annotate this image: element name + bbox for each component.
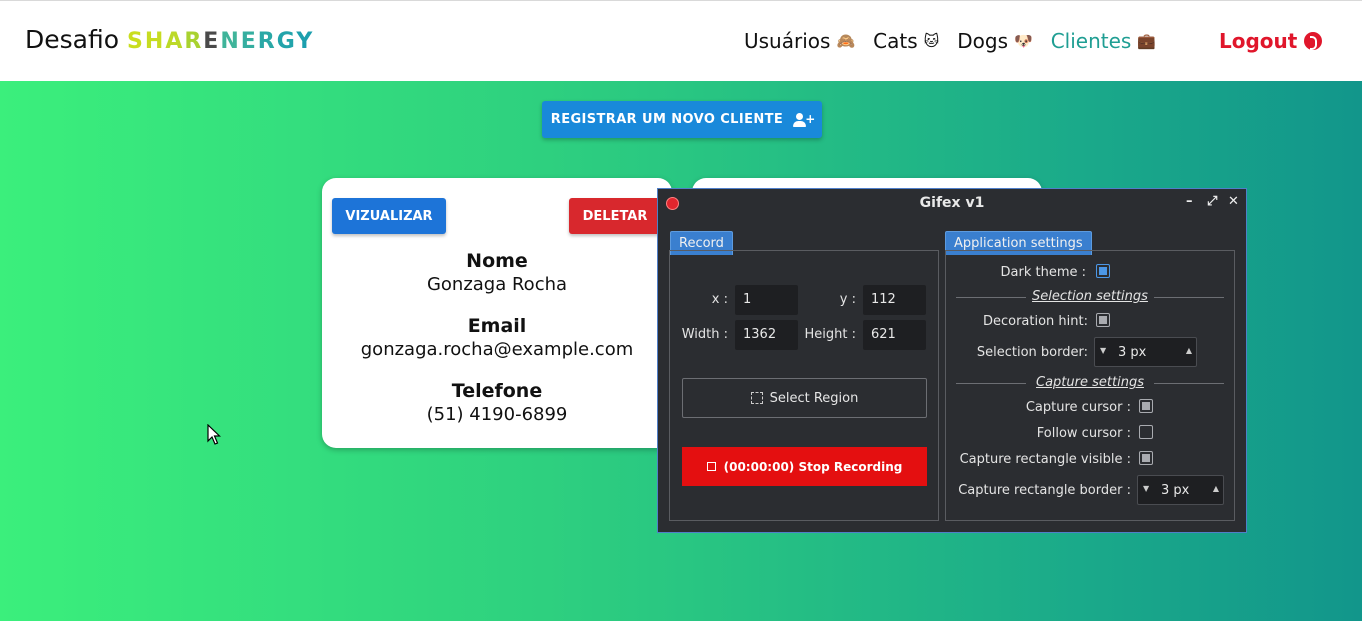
y-input[interactable]: 112 [863,285,926,315]
client-card: VIZUALIZAR DELETAR Nome Gonzaga Rocha Em… [322,178,672,448]
client-email-field: Email gonzaga.rocha@example.com [322,315,672,360]
client-email-label: Email [467,315,527,337]
client-name-value: Gonzaga Rocha [426,274,568,295]
settings-panel: Dark theme : Selection settings Decorati… [945,250,1235,521]
main-nav: Usuários 🙈 Cats 🐱 Dogs 🐶 Clientes 💼 Logo… [744,29,1323,53]
logout-icon [1304,32,1323,50]
follow-cursor-label: Follow cursor : [1036,426,1131,441]
delete-client-button[interactable]: DELETAR [569,198,661,234]
spin-down-icon[interactable]: ▼ [1143,484,1149,493]
brand-letter: R [257,29,277,54]
follow-cursor-checkbox[interactable] [1139,425,1153,439]
brand-letter: S [127,29,145,54]
client-phone-label: Telefone [451,380,543,402]
brand-letter: A [165,29,185,54]
brand-logo[interactable]: Desafio SHARENERGY [25,25,314,54]
brand-letter: N [220,29,241,54]
mouse-cursor-icon [207,424,221,445]
height-label: Height : [804,327,857,342]
decoration-hint-label: Decoration hint: [982,314,1088,329]
stop-recording-button[interactable]: (00:00:00) Stop Recording [682,447,927,486]
dark-theme-checkbox[interactable] [1096,264,1110,278]
nav-usuarios[interactable]: Usuários 🙈 [744,29,855,53]
brand-prefix: Desafio [25,25,120,54]
selection-border-label: Selection border: [976,345,1088,360]
select-region-icon [750,392,763,404]
nav-clientes-label: Clientes [1050,29,1132,53]
view-client-button[interactable]: VIZUALIZAR [332,198,446,234]
gifex-window: Gifex v1 – ⤢ ✕ Record x : 1 y : 112 Widt… [657,188,1247,533]
spin-down-icon[interactable]: ▼ [1100,346,1106,355]
stop-icon [706,462,716,471]
minimize-icon[interactable]: – [1186,194,1193,209]
top-navbar: Desafio SHARENERGY Usuários 🙈 Cats 🐱 Dog… [0,0,1362,81]
close-icon[interactable]: ✕ [1228,194,1239,209]
brand-letter: R [184,29,204,54]
stop-recording-label: (00:00:00) Stop Recording [723,459,903,474]
client-email-value: gonzaga.rocha@example.com [360,339,634,360]
client-name-label: Nome [466,250,528,272]
client-phone-field: Telefone (51) 4190-6899 [322,380,672,425]
capture-rect-visible-checkbox[interactable] [1139,451,1153,465]
gifex-titlebar[interactable]: Gifex v1 – ⤢ ✕ [658,189,1246,217]
selection-border-value: 3 px [1118,345,1147,360]
client-name-field: Nome Gonzaga Rocha [322,250,672,295]
monkey-icon: 🙈 [836,32,856,50]
capture-rect-border-value: 3 px [1161,483,1190,498]
brand-letter: Y [296,29,315,54]
capture-settings-heading: Capture settings [956,375,1224,390]
nav-cats[interactable]: Cats 🐱 [873,29,939,53]
spin-up-icon[interactable]: ▲ [1213,484,1219,493]
selection-border-combo[interactable]: ▼ 3 px ▲ [1094,337,1197,367]
dark-theme-label: Dark theme : [1000,265,1087,280]
logout-label: Logout [1219,29,1298,53]
select-region-button[interactable]: Select Region [682,378,927,418]
spin-up-icon[interactable]: ▲ [1186,346,1192,355]
user-plus-icon: + [793,112,815,127]
nav-usuarios-label: Usuários [744,29,831,53]
register-client-button[interactable]: REGISTRAR UM NOVO CLIENTE + [542,101,822,138]
height-input[interactable]: 621 [863,320,926,350]
gifex-title: Gifex v1 [919,195,985,211]
logout-link[interactable]: Logout [1219,29,1323,53]
width-input[interactable]: 1362 [735,320,798,350]
brand-letter: E [240,29,258,54]
x-input[interactable]: 1 [735,285,798,315]
brand-letter: G [276,29,297,54]
capture-cursor-checkbox[interactable] [1139,399,1153,413]
capture-cursor-label: Capture cursor : [1025,400,1131,415]
nav-clientes[interactable]: Clientes 💼 [1051,29,1156,53]
decoration-hint-checkbox[interactable] [1096,313,1110,327]
brand-letter: H [144,29,166,54]
capture-rect-visible-label: Capture rectangle visible : [959,452,1131,467]
nav-cats-label: Cats [873,29,918,53]
x-label: x : [711,292,728,307]
clients-icon: 💼 [1137,32,1157,50]
capture-rect-border-label: Capture rectangle border : [958,483,1131,498]
dog-icon: 🐶 [1014,32,1033,50]
nav-dogs-label: Dogs [957,29,1009,53]
brand-letter: E [203,29,221,54]
y-label: y : [839,292,856,307]
register-client-label: REGISTRAR UM NOVO CLIENTE [550,112,784,127]
maximize-icon[interactable]: ⤢ [1207,194,1217,209]
brand-name: SHARENERGY [127,29,314,54]
width-label: Width : [681,327,728,342]
selection-settings-heading: Selection settings [956,289,1224,304]
capture-rect-border-combo[interactable]: ▼ 3 px ▲ [1137,475,1224,505]
select-region-label: Select Region [769,390,859,406]
nav-dogs[interactable]: Dogs 🐶 [957,29,1032,53]
cat-icon: 🐱 [923,32,940,50]
client-phone-value: (51) 4190-6899 [426,404,568,425]
